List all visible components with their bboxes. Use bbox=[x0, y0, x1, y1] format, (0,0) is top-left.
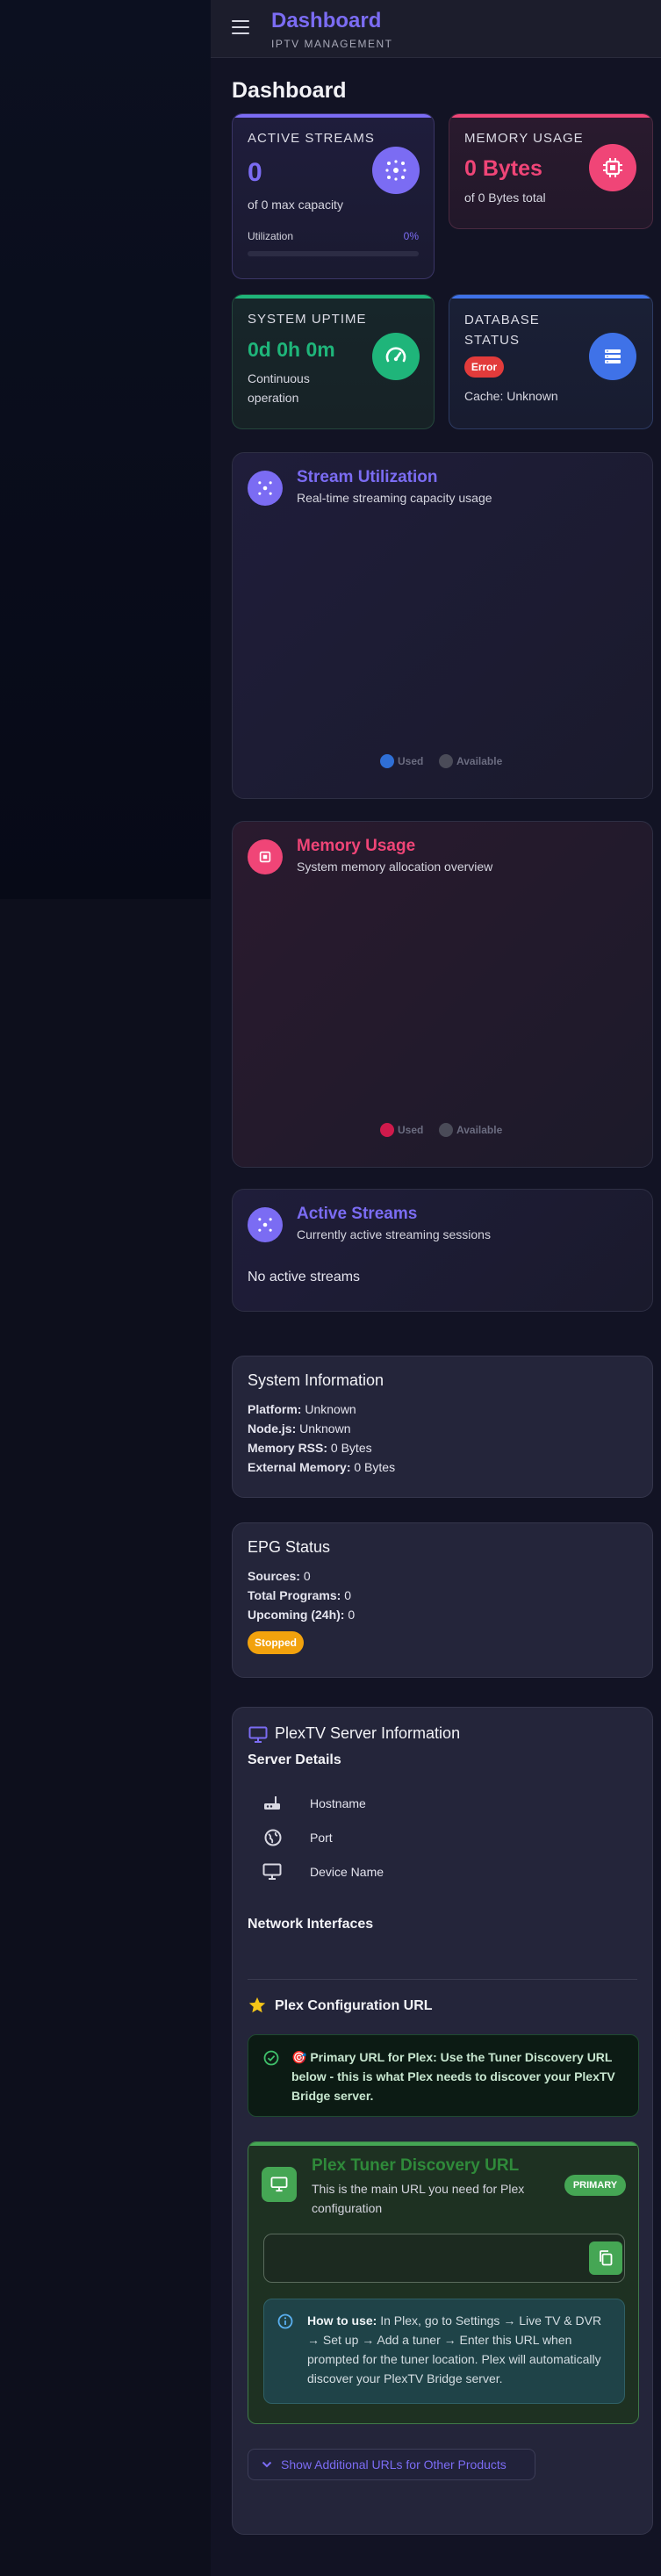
primary-url-alert-text: 🎯 Primary URL for Plex: Use the Tuner Di… bbox=[291, 2050, 615, 2103]
system-uptime-card: SYSTEM UPTIME 0d 0h 0m Continuous operat… bbox=[232, 294, 435, 429]
chevron-down-icon bbox=[262, 2461, 272, 2468]
plextv-server-card: PlexTV Server Information Server Details… bbox=[232, 1707, 653, 2535]
memory-usage-chart-card: Memory Usage System memory allocation ov… bbox=[232, 821, 653, 1168]
utilization-label: Utilization bbox=[248, 230, 294, 242]
monitor-icon bbox=[262, 2167, 297, 2202]
broadcast-icon bbox=[248, 471, 283, 506]
database-status-card: DATABASE STATUS Error Cache: Unknown bbox=[449, 294, 653, 429]
page-title: Dashboard bbox=[232, 78, 347, 103]
system-information-card: System Information Platform: Unknown Nod… bbox=[232, 1356, 653, 1498]
memory-usage-label: MEMORY USAGE bbox=[464, 131, 584, 146]
database-status-label-line1: DATABASE bbox=[464, 313, 540, 327]
monitor-icon bbox=[248, 1726, 268, 1748]
how-to-use-info: How to use: In Plex, go to Settings → Li… bbox=[263, 2299, 625, 2404]
check-circle-icon bbox=[263, 2050, 279, 2070]
app-title: Dashboard bbox=[271, 9, 382, 32]
epg-upcoming-row: Upcoming (24h): 0 bbox=[248, 1608, 356, 1622]
memory-usage-value: 0 Bytes bbox=[464, 156, 542, 181]
epg-status-title: EPG Status bbox=[248, 1538, 331, 1556]
app-bar: Dashboard IPTV MANAGEMENT bbox=[211, 0, 661, 58]
legend-used[interactable]: Used bbox=[380, 754, 423, 768]
database-error-badge: Error bbox=[464, 356, 504, 378]
active-streams-section: Active Streams Currently active streamin… bbox=[232, 1189, 653, 1312]
active-streams-value: 0 bbox=[248, 158, 262, 187]
primary-url-alert: 🎯 Primary URL for Plex: Use the Tuner Di… bbox=[248, 2034, 639, 2117]
system-uptime-value: 0d 0h 0m bbox=[248, 338, 335, 361]
system-information-title: System Information bbox=[248, 1371, 384, 1389]
database-cache-status: Cache: Unknown bbox=[464, 389, 558, 403]
epg-total-programs-row: Total Programs: 0 bbox=[248, 1588, 351, 1602]
epg-sources-row: Sources: 0 bbox=[248, 1569, 311, 1583]
active-streams-title: Active Streams bbox=[297, 1205, 418, 1223]
primary-badge: PRIMARY bbox=[564, 2175, 626, 2196]
app-subtitle: IPTV MANAGEMENT bbox=[271, 38, 393, 50]
monitor-icon bbox=[262, 1863, 282, 1885]
plextv-server-title: PlexTV Server Information bbox=[275, 1724, 461, 1742]
sidebar-backdrop bbox=[0, 0, 211, 899]
tuner-discovery-title: Plex Tuner Discovery URL bbox=[312, 2156, 520, 2175]
how-to-use-text: How to use: In Plex, go to Settings → Li… bbox=[307, 2313, 602, 2385]
legend-available-swatch bbox=[439, 754, 453, 768]
menu-icon[interactable] bbox=[232, 20, 249, 36]
epg-status-card: EPG Status Sources: 0 Total Programs: 0 … bbox=[232, 1522, 653, 1678]
memory-usage-chart-title: Memory Usage bbox=[297, 837, 416, 855]
copy-icon bbox=[600, 2250, 613, 2266]
info-icon bbox=[277, 2313, 293, 2334]
system-uptime-sub2: operation bbox=[248, 391, 299, 405]
nodejs-row: Node.js: Unknown bbox=[248, 1421, 351, 1436]
memory-rss-row: Memory RSS: 0 Bytes bbox=[248, 1441, 372, 1455]
server-details-heading: Server Details bbox=[248, 1752, 341, 1767]
divider bbox=[248, 1979, 637, 1980]
globe-icon bbox=[264, 1829, 282, 1851]
memory-usage-card: MEMORY USAGE 0 Bytes of 0 Bytes total bbox=[449, 113, 653, 229]
epg-status-badge: Stopped bbox=[248, 1631, 304, 1654]
system-information-list: Platform: Unknown Node.js: Unknown Memor… bbox=[248, 1400, 395, 1477]
active-streams-label: ACTIVE STREAMS bbox=[248, 131, 375, 146]
port-row: Port bbox=[248, 1825, 639, 1852]
memory-usage-sub: of 0 Bytes total bbox=[464, 191, 546, 205]
database-icon bbox=[589, 333, 636, 380]
speedometer-icon bbox=[372, 333, 420, 380]
hostname-row: Hostname bbox=[248, 1791, 639, 1817]
router-icon bbox=[263, 1795, 281, 1815]
epg-status-list: Sources: 0 Total Programs: 0 Upcoming (2… bbox=[248, 1566, 355, 1624]
tuner-url-field[interactable] bbox=[263, 2234, 625, 2283]
stream-utilization-title: Stream Utilization bbox=[297, 468, 438, 486]
system-uptime-label: SYSTEM UPTIME bbox=[248, 312, 367, 327]
system-uptime-sub1: Continuous bbox=[248, 371, 310, 385]
utilization-bar bbox=[248, 251, 419, 256]
tuner-discovery-subtitle: This is the main URL you need for Plex c… bbox=[312, 2182, 525, 2215]
copy-button[interactable] bbox=[589, 2241, 622, 2275]
broadcast-icon bbox=[248, 1207, 283, 1242]
network-interfaces-heading: Network Interfaces bbox=[248, 1917, 374, 1932]
legend-used[interactable]: Used bbox=[380, 1123, 423, 1137]
active-streams-subtitle: Currently active streaming sessions bbox=[297, 1227, 491, 1241]
no-active-streams-text: No active streams bbox=[248, 1270, 361, 1284]
memory-chip-icon bbox=[248, 839, 283, 874]
show-additional-urls-button[interactable]: Show Additional URLs for Other Products bbox=[248, 2449, 535, 2480]
plex-config-title: Plex Configuration URL bbox=[275, 1998, 433, 2013]
platform-row: Platform: Unknown bbox=[248, 1402, 356, 1416]
tuner-discovery-box: Plex Tuner Discovery URL This is the mai… bbox=[248, 2141, 639, 2424]
broadcast-icon bbox=[372, 147, 420, 194]
active-streams-sub: of 0 max capacity bbox=[248, 198, 343, 212]
legend-available[interactable]: Available bbox=[439, 1123, 502, 1137]
active-streams-card: ACTIVE STREAMS 0 of 0 max capacity Utili… bbox=[232, 113, 435, 279]
legend-available-swatch bbox=[439, 1123, 453, 1137]
memory-chip-icon bbox=[589, 144, 636, 191]
utilization-value: 0% bbox=[403, 230, 419, 242]
legend-available[interactable]: Available bbox=[439, 754, 502, 768]
star-icon bbox=[248, 1996, 267, 2019]
stream-utilization-card: Stream Utilization Real-time streaming c… bbox=[232, 452, 653, 799]
stream-utilization-subtitle: Real-time streaming capacity usage bbox=[297, 491, 492, 505]
database-status-label-line2: STATUS bbox=[464, 333, 520, 348]
device-name-row: Device Name bbox=[248, 1860, 639, 1886]
legend-used-swatch bbox=[380, 754, 394, 768]
external-memory-row: External Memory: 0 Bytes bbox=[248, 1460, 396, 1474]
memory-usage-chart-subtitle: System memory allocation overview bbox=[297, 860, 493, 874]
legend-used-swatch bbox=[380, 1123, 394, 1137]
